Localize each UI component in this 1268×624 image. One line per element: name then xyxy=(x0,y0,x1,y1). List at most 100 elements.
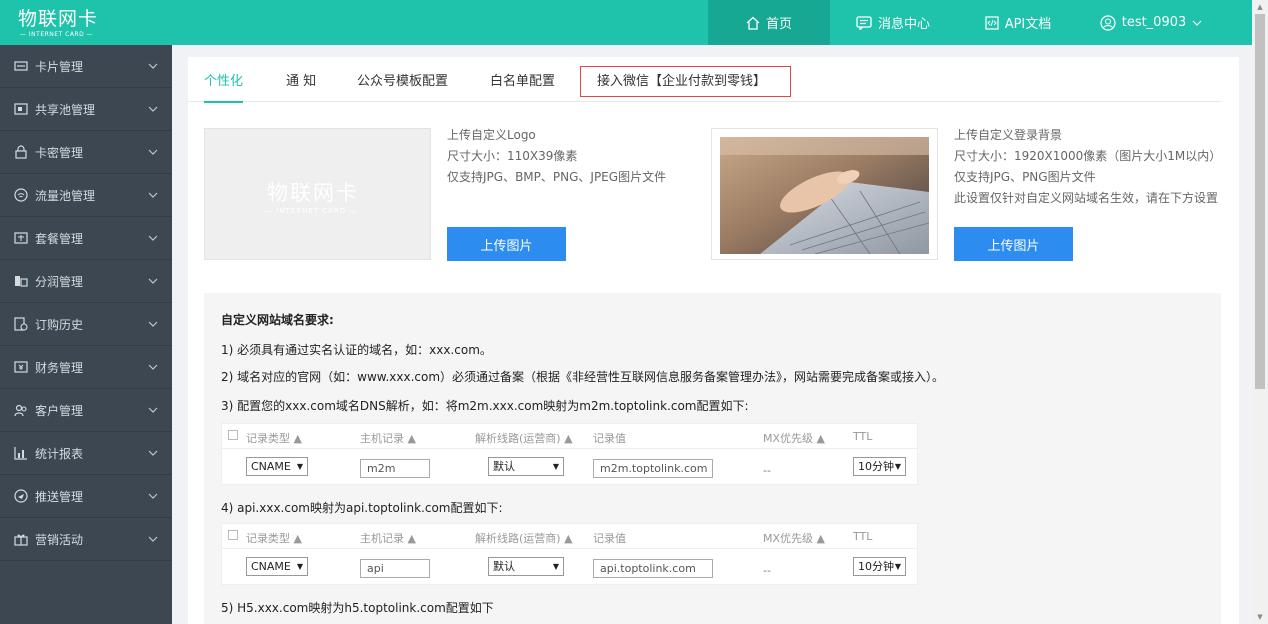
sidebar-item-lock[interactable]: 卡密管理 xyxy=(0,131,172,174)
header-ttl: TTL xyxy=(853,430,873,443)
user-name: test_0903 xyxy=(1121,15,1187,30)
logo-preview-subtitle: — INTERNET CARD — xyxy=(265,207,358,215)
background-preview xyxy=(711,128,938,260)
sidebar-item-label: 统计报表 xyxy=(35,446,84,461)
code-doc-icon xyxy=(985,15,999,30)
tab-notify[interactable]: 通 知 xyxy=(286,57,316,102)
sidebar-item-customer[interactable]: 客户管理 xyxy=(0,389,172,432)
tab-whitelist[interactable]: 白名单配置 xyxy=(490,57,555,102)
sidebar-item-label: 卡密管理 xyxy=(35,145,84,160)
package-icon xyxy=(14,231,28,245)
logo-preview: 物联网卡 — INTERNET CARD — xyxy=(204,128,431,260)
header-mx[interactable]: MX优先级 ▲ xyxy=(763,530,825,546)
dns-table-header: 记录类型 ▲ 主机记录 ▲ 解析线路(运营商) ▲ 记录值 MX优先级 ▲ TT… xyxy=(222,524,917,549)
nav-user-menu[interactable]: test_0903 xyxy=(1082,0,1220,45)
home-icon xyxy=(746,16,760,30)
record-type-select[interactable]: CNAME ▼ xyxy=(246,557,308,576)
record-type-select[interactable]: CNAME ▼ xyxy=(246,457,308,476)
bg-info-line: 尺寸大小：1920X1000像素（图片大小1M以内） xyxy=(954,149,1222,163)
select-all-checkbox[interactable] xyxy=(228,530,238,540)
record-value-input[interactable]: m2m.toptolink.com xyxy=(593,459,713,478)
sidebar-item-label: 订购历史 xyxy=(35,317,84,332)
upload-background-button[interactable]: 上传图片 xyxy=(954,227,1073,261)
host-record-input[interactable]: api xyxy=(360,559,430,578)
ttl-value: 10分钟 xyxy=(858,460,894,473)
upload-logo-button[interactable]: 上传图片 xyxy=(447,227,566,261)
nav-home[interactable]: 首页 xyxy=(708,0,830,45)
scroll-up-arrow[interactable]: ▲ xyxy=(1255,2,1265,12)
header-host[interactable]: 主机记录 ▲ xyxy=(360,530,416,546)
history-icon xyxy=(14,317,28,331)
customer-icon xyxy=(14,403,28,417)
scroll-down-arrow[interactable]: ▼ xyxy=(1255,612,1265,622)
dns-table-header: 记录类型 ▲ 主机记录 ▲ 解析线路(运营商) ▲ 记录值 MX优先级 ▲ TT… xyxy=(222,424,917,449)
ttl-select[interactable]: 10分钟 ▼ xyxy=(853,457,906,476)
tab-bar: 个性化 通 知 公众号模板配置 白名单配置 接入微信【企业付款到零钱】 xyxy=(188,57,1221,103)
sidebar-item-package[interactable]: 套餐管理 xyxy=(0,217,172,260)
requirement-line-1: 1) 必须具有通过实名认证的域名，如：xxx.com。 xyxy=(221,343,492,357)
header-host[interactable]: 主机记录 ▲ xyxy=(360,430,416,446)
sidebar-item-card[interactable]: 卡片管理 xyxy=(0,45,172,88)
sidebar-item-label: 财务管理 xyxy=(35,360,84,375)
logo[interactable]: 物联网卡 — INTERNET CARD — xyxy=(0,0,172,45)
message-icon xyxy=(856,15,872,30)
sidebar-item-finance[interactable]: 财务管理 xyxy=(0,346,172,389)
line-select[interactable]: 默认 ▼ xyxy=(488,457,564,476)
sidebar-item-wifi[interactable]: 流量池管理 xyxy=(0,174,172,217)
sidebar-item-label: 客户管理 xyxy=(35,403,84,418)
tab-wechat-pay[interactable]: 接入微信【企业付款到零钱】 xyxy=(597,57,766,102)
record-value-input[interactable]: api.toptolink.com xyxy=(593,559,713,578)
requirement-line-2: 2) 域名对应的官网（如：www.xxx.com）必须通过备案（根据《非经营性互… xyxy=(221,370,945,384)
page-scrollbar[interactable]: ▲ ▼ xyxy=(1252,0,1268,624)
background-upload-info: 上传自定义登录背景 尺寸大小：1920X1000像素（图片大小1M以内） 仅支持… xyxy=(954,125,1221,209)
host-record-input[interactable]: m2m xyxy=(360,459,430,478)
lock-icon xyxy=(14,145,28,159)
logo-info-line: 上传自定义Logo xyxy=(447,128,536,142)
header-mx[interactable]: MX优先级 ▲ xyxy=(763,430,825,446)
settings-panel: 个性化 通 知 公众号模板配置 白名单配置 接入微信【企业付款到零钱】 物联网卡… xyxy=(188,57,1239,624)
sidebar-item-push[interactable]: 推送管理 xyxy=(0,475,172,518)
dns-table-api: 记录类型 ▲ 主机记录 ▲ 解析线路(运营商) ▲ 记录值 MX优先级 ▲ TT… xyxy=(221,523,918,585)
requirement-line-3: 3) 配置您的xxx.com域名DNS解析，如：将m2m.xxx.com映射为m… xyxy=(221,399,749,413)
dns-table-m2m: 记录类型 ▲ 主机记录 ▲ 解析线路(运营商) ▲ 记录值 MX优先级 ▲ TT… xyxy=(221,423,918,485)
select-all-checkbox[interactable] xyxy=(228,430,238,440)
sidebar-item-label: 套餐管理 xyxy=(35,231,84,246)
tab-wechat-template[interactable]: 公众号模板配置 xyxy=(357,57,448,102)
header-value: 记录值 xyxy=(593,532,626,545)
header-record-type[interactable]: 记录类型 ▲ xyxy=(246,530,302,546)
chart-icon xyxy=(14,446,28,460)
user-icon xyxy=(1100,14,1116,31)
chevron-down-icon xyxy=(148,145,158,159)
header-line[interactable]: 解析线路(运营商) ▲ xyxy=(475,530,573,546)
sidebar-item-gift[interactable]: 营销活动 xyxy=(0,518,172,561)
bg-info-line: 上传自定义登录背景 xyxy=(954,128,1063,142)
dropdown-arrow-icon: ▼ xyxy=(296,562,303,571)
dropdown-arrow-icon: ▼ xyxy=(552,462,559,471)
sidebar-item-history[interactable]: 订购历史 xyxy=(0,303,172,346)
record-type-value: CNAME xyxy=(251,560,291,573)
header-value: 记录值 xyxy=(593,432,626,445)
bg-info-line: 仅支持JPG、PNG图片文件 xyxy=(954,170,1096,184)
ttl-select[interactable]: 10分钟 ▼ xyxy=(853,557,906,576)
chevron-down-icon xyxy=(148,102,158,116)
dropdown-arrow-icon: ▼ xyxy=(552,562,559,571)
chevron-down-icon xyxy=(148,360,158,374)
logo-preview-title: 物联网卡 xyxy=(267,181,359,205)
dropdown-arrow-icon: ▼ xyxy=(894,462,901,471)
sidebar-item-pool[interactable]: 共享池管理 xyxy=(0,88,172,131)
sidebar-item-label: 推送管理 xyxy=(35,489,84,504)
nav-api-label: API文档 xyxy=(1004,17,1052,32)
sidebar-item-label: 卡片管理 xyxy=(35,59,84,74)
header-line[interactable]: 解析线路(运营商) ▲ xyxy=(475,430,573,446)
chevron-down-icon xyxy=(148,231,158,245)
line-select[interactable]: 默认 ▼ xyxy=(488,557,564,576)
sidebar-item-chart[interactable]: 统计报表 xyxy=(0,432,172,475)
scroll-thumb[interactable] xyxy=(1255,14,1265,389)
sidebar-item-profit[interactable]: 分润管理 xyxy=(0,260,172,303)
nav-api-docs[interactable]: API文档 xyxy=(957,0,1079,45)
nav-messages[interactable]: 消息中心 xyxy=(832,0,954,45)
nav-messages-label: 消息中心 xyxy=(877,17,930,32)
tab-personalize[interactable]: 个性化 xyxy=(204,57,244,103)
header-record-type[interactable]: 记录类型 ▲ xyxy=(246,430,302,446)
gift-icon xyxy=(14,532,28,546)
